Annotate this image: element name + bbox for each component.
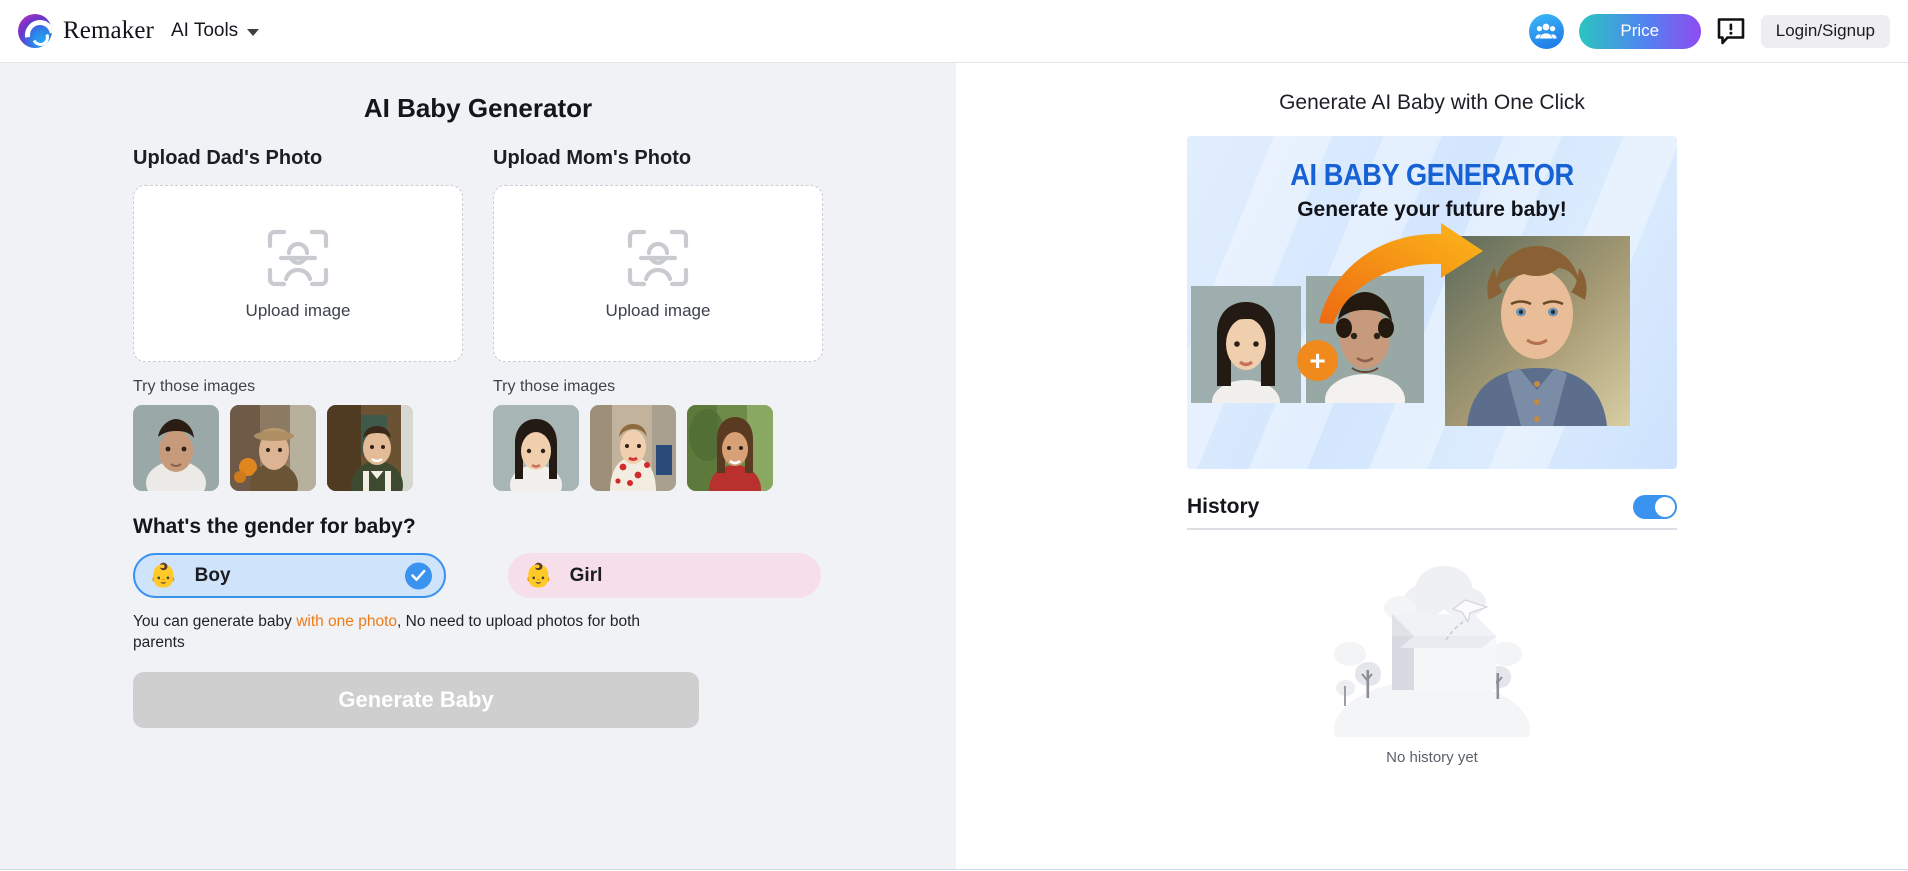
nav-ai-tools-label: AI Tools <box>171 20 238 42</box>
baby-boy-icon: 👶 <box>149 564 178 587</box>
gender-question: What's the gender for baby? <box>133 515 823 539</box>
face-scan-icon <box>625 227 691 289</box>
history-toggle[interactable] <box>1633 495 1677 519</box>
mom-upload-text: Upload image <box>606 301 711 321</box>
dad-upload-dropzone[interactable]: Upload image <box>133 185 463 362</box>
history-header: History <box>1187 495 1677 530</box>
note-pre: You can generate baby <box>133 613 296 630</box>
mom-thumb-1[interactable] <box>493 405 579 491</box>
page-title: AI Baby Generator <box>133 93 823 124</box>
history-empty-state: No history yet <box>1187 562 1677 766</box>
dad-thumb-2[interactable] <box>230 405 316 491</box>
dad-sample-thumbnails <box>133 405 463 491</box>
dad-thumb-1[interactable] <box>133 405 219 491</box>
price-label: Price <box>1620 21 1659 41</box>
dad-thumb-3[interactable] <box>327 405 413 491</box>
login-signup-label: Login/Signup <box>1776 21 1875 41</box>
gender-options: 👶 Boy 👶 Girl <box>133 553 823 598</box>
banner-headline: AI BABY GENERATOR <box>1216 157 1647 193</box>
mom-upload-column: Upload Mom's Photo <box>493 147 823 491</box>
face-scan-icon <box>265 227 331 289</box>
generate-baby-button[interactable]: Generate Baby <box>133 672 699 728</box>
arrow-icon <box>1315 220 1515 330</box>
banner-mom-photo <box>1191 286 1301 403</box>
dad-upload-column: Upload Dad's Photo <box>133 147 463 491</box>
dad-upload-text: Upload image <box>246 301 351 321</box>
uploads-row: Upload Dad's Photo <box>133 147 823 491</box>
history-title: History <box>1187 495 1259 519</box>
preview-title: Generate AI Baby with One Click <box>1187 91 1677 115</box>
gender-option-girl[interactable]: 👶 Girl <box>508 553 821 598</box>
generator-panel: AI Baby Generator Upload Dad's Photo <box>0 63 956 869</box>
remaker-logo-icon <box>18 14 52 48</box>
top-header: Remaker AI Tools Price <box>0 0 1908 63</box>
empty-box-illustration <box>1308 562 1556 737</box>
chevron-down-icon <box>247 29 259 36</box>
mom-upload-dropzone[interactable]: Upload image <box>493 185 823 362</box>
gender-option-boy-label: Boy <box>195 565 231 587</box>
check-icon <box>405 562 432 589</box>
mom-thumb-3[interactable] <box>687 405 773 491</box>
dad-try-images-label: Try those images <box>133 378 463 396</box>
brand-name: Remaker <box>63 17 154 45</box>
one-photo-note: You can generate baby with one photo, No… <box>133 612 693 654</box>
mom-upload-label: Upload Mom's Photo <box>493 147 823 170</box>
price-button[interactable]: Price <box>1579 14 1701 49</box>
preview-panel: Generate AI Baby with One Click AI BABY … <box>956 63 1908 869</box>
dad-upload-label: Upload Dad's Photo <box>133 147 463 170</box>
baby-girl-icon: 👶 <box>524 564 553 587</box>
empty-state-text: No history yet <box>1386 749 1478 766</box>
community-people-icon[interactable] <box>1529 14 1564 49</box>
page-body: AI Baby Generator Upload Dad's Photo <box>0 63 1908 870</box>
login-signup-button[interactable]: Login/Signup <box>1761 15 1890 48</box>
nav-ai-tools[interactable]: AI Tools <box>171 20 259 42</box>
brand[interactable]: Remaker <box>18 14 154 48</box>
note-highlight: with one photo <box>296 613 397 630</box>
mom-try-images-label: Try those images <box>493 378 823 396</box>
promo-banner: AI BABY GENERATOR Generate your future b… <box>1187 136 1677 469</box>
mom-thumb-2[interactable] <box>590 405 676 491</box>
plus-icon: + <box>1297 340 1338 381</box>
banner-subhead: Generate your future baby! <box>1187 198 1677 222</box>
banner-photos: + <box>1187 238 1677 413</box>
mom-sample-thumbnails <box>493 405 823 491</box>
gender-option-boy[interactable]: 👶 Boy <box>133 553 446 598</box>
feedback-exclamation-icon[interactable] <box>1716 17 1746 45</box>
gender-option-girl-label: Girl <box>570 565 603 587</box>
header-actions: Price Login/Signup <box>1529 14 1890 49</box>
